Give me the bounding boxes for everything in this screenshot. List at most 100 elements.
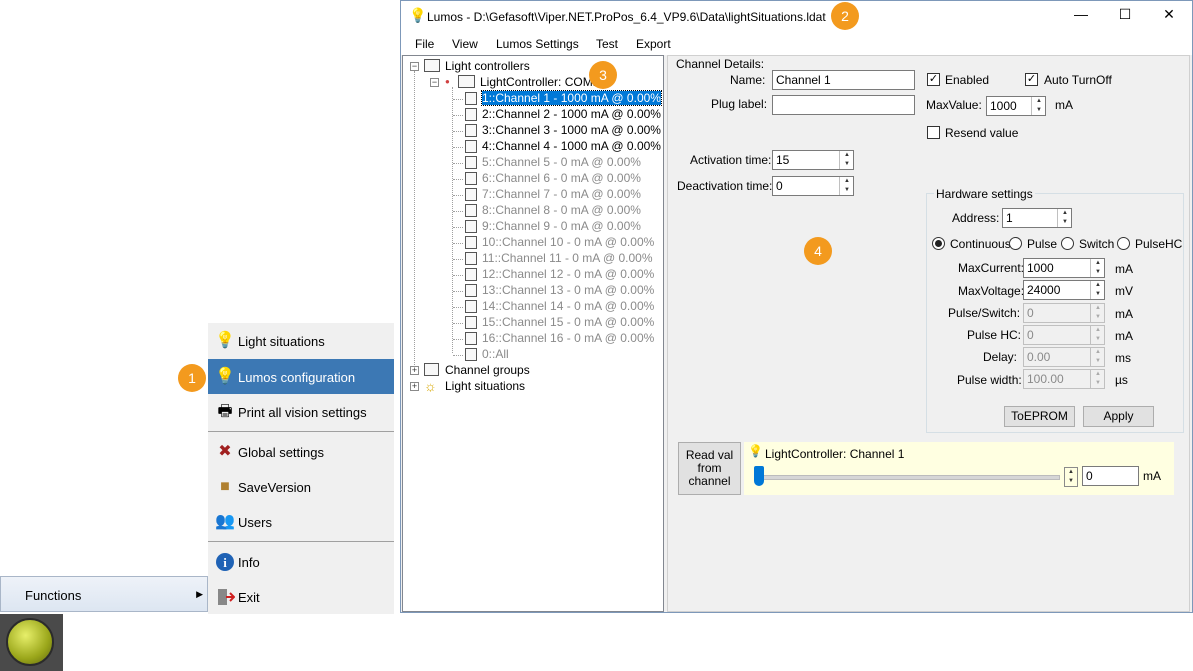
tree-node-channel[interactable]: 1::Channel 1 - 1000 mA @ 0.00% [481,90,662,106]
maxvoltage-spinner[interactable]: ▲ ▼ [1090,281,1105,299]
functions-label: Functions [25,588,82,603]
menu-export[interactable]: Export [636,37,671,51]
tree-node-light-controllers[interactable]: Light controllers [445,59,530,73]
submenu-arrow-icon: ▶ [196,589,203,599]
address-spinner[interactable]: ▲ ▼ [1057,209,1072,227]
tree-connector [453,259,463,260]
channel-icon [465,268,477,281]
expand-icon[interactable]: + [410,366,419,375]
package-icon: ■ [220,478,230,495]
mode-pulse-radio[interactable] [1009,237,1022,250]
tree-node-channel[interactable]: 6::Channel 6 - 0 mA @ 0.00% [482,171,641,185]
tree-node-channel[interactable]: 14::Channel 14 - 0 mA @ 0.00% [482,299,654,313]
tree-connector [453,99,463,100]
start-button[interactable] [0,614,63,671]
pulse-hc-spinner[interactable]: ▲ ▼ [1090,326,1105,344]
tree-node-channel[interactable]: 15::Channel 15 - 0 mA @ 0.00% [482,315,654,329]
collapse-icon[interactable]: − [430,78,439,87]
tree-connector [453,147,463,148]
tree-node-channel[interactable]: 5::Channel 5 - 0 mA @ 0.00% [482,155,641,169]
pulse-width-label: Pulse width: [957,373,1022,387]
callout-badge: 1 [178,364,206,392]
tree-node-channel[interactable]: 13::Channel 13 - 0 mA @ 0.00% [482,283,654,297]
menu-item-global-settings[interactable]: ✖ Global settings [208,434,394,469]
plug-label-field[interactable] [772,95,915,115]
deactivation-time-spinner[interactable]: ▲ ▼ [839,177,854,195]
maxcurrent-label: MaxCurrent: [958,261,1025,275]
activation-time-spinner[interactable]: ▲ ▼ [839,151,854,169]
mode-pulse-label: Pulse [1027,237,1058,251]
channel-icon [465,92,477,105]
tree-node-channel[interactable]: 10::Channel 10 - 0 mA @ 0.00% [482,235,654,249]
toeprom-button[interactable]: ToEPROM [1004,406,1075,427]
menu-item-users[interactable]: 👥 Users [208,504,394,539]
pulse-switch-spinner[interactable]: ▲ ▼ [1090,304,1105,322]
printer-icon: 🖶 [217,403,233,420]
tree-node-channel[interactable]: 3::Channel 3 - 1000 mA @ 0.00% [482,123,661,137]
apply-button[interactable]: Apply [1083,406,1154,427]
menu-test[interactable]: Test [596,37,618,51]
menu-item-light-situations[interactable]: 💡 Light situations [208,323,394,358]
menu-view[interactable]: View [452,37,478,51]
maxcurrent-spinner[interactable]: ▲ ▼ [1090,259,1105,277]
minimize-button[interactable]: — [1059,6,1103,26]
tree-node-channel[interactable]: 16::Channel 16 - 0 mA @ 0.00% [482,331,654,345]
functions-menu-item[interactable]: Functions ▶ [0,576,208,612]
mode-continuous-radio[interactable] [932,237,945,250]
menu-item-saveversion[interactable]: ■ SaveVersion [208,469,394,504]
menu-item-label: Print all vision settings [238,405,367,420]
mode-pulsehc-radio[interactable] [1117,237,1130,250]
channel-icon [465,188,477,201]
maxvalue-spinner[interactable]: ▲ ▼ [1031,97,1046,115]
tree-connector [453,339,463,340]
mode-switch-label: Switch [1079,237,1115,251]
tree-node-channel[interactable]: 9::Channel 9 - 0 mA @ 0.00% [482,219,641,233]
channel-icon [465,252,477,265]
tree-node-channel-groups[interactable]: Channel groups [445,363,530,377]
read-value-button[interactable]: Read val from channel [678,442,741,495]
controller-tree[interactable]: − Light controllers − ● LightController:… [402,55,664,612]
functions-submenu: 💡 Light situations 💡 Lumos configuration… [208,323,394,614]
tree-connector [453,323,463,324]
deactivation-time-label: Deactivation time: [677,179,773,193]
tree-node-channel[interactable]: 8::Channel 8 - 0 mA @ 0.00% [482,203,641,217]
title-bar: 💡 Lumos - D:\Gefasoft\Viper.NET.ProPos_6… [401,1,1192,33]
channel-value-spinner[interactable]: ▲ ▼ [1064,467,1078,487]
tree-node-channel[interactable]: 12::Channel 12 - 0 mA @ 0.00% [482,267,654,281]
expand-icon[interactable]: + [410,382,419,391]
channel-details-panel: Channel Details: Name: Channel 1 Plug la… [667,55,1190,612]
tree-node-channel[interactable]: 7::Channel 7 - 0 mA @ 0.00% [482,187,641,201]
name-field[interactable]: Channel 1 [772,70,915,90]
pulse-hc-label: Pulse HC: [967,328,1022,342]
enabled-checkbox[interactable]: ✓ [927,73,940,86]
intensity-slider-thumb[interactable] [754,466,764,486]
menu-item-lumos-configuration[interactable]: 💡 Lumos configuration [208,359,394,394]
collapse-icon[interactable]: − [410,62,419,71]
pulse-width-spinner[interactable]: ▲ ▼ [1090,370,1105,388]
menu-item-info[interactable]: i Info [208,544,394,579]
tree-node-channel[interactable]: 2::Channel 2 - 1000 mA @ 0.00% [482,107,661,121]
auto-turnoff-checkbox[interactable]: ✓ [1025,73,1038,86]
read-value-button-label: channel [688,474,731,488]
menu-lumos-settings[interactable]: Lumos Settings [496,37,579,51]
tree-node-channel[interactable]: 4::Channel 4 - 1000 mA @ 0.00% [482,139,661,153]
tree-node-channel[interactable]: 11::Channel 11 - 0 mA @ 0.00% [482,251,653,265]
mode-switch-radio[interactable] [1061,237,1074,250]
close-button[interactable]: ✕ [1147,6,1191,26]
exit-door-icon [215,587,236,607]
tree-node-controller[interactable]: LightController: COM1 [480,75,599,89]
pulse-width-unit: µs [1115,373,1128,387]
resend-value-checkbox[interactable] [927,126,940,139]
delay-spinner[interactable]: ▲ ▼ [1090,348,1105,366]
menu-item-exit[interactable]: Exit [208,579,394,614]
tree-node-channel[interactable]: 0::All [482,347,509,361]
tree-node-light-situations[interactable]: Light situations [445,379,525,393]
channel-value-field[interactable]: 0 [1082,466,1139,486]
menu-item-label: SaveVersion [238,480,311,495]
menu-item-print-vision-settings[interactable]: 🖶 Print all vision settings [208,394,394,429]
window-title: Lumos - D:\Gefasoft\Viper.NET.ProPos_6.4… [427,10,826,24]
maxvalue-unit: mA [1055,98,1073,112]
maximize-button[interactable]: ☐ [1103,6,1147,26]
intensity-slider-track[interactable] [758,475,1060,480]
menu-file[interactable]: File [415,37,434,51]
